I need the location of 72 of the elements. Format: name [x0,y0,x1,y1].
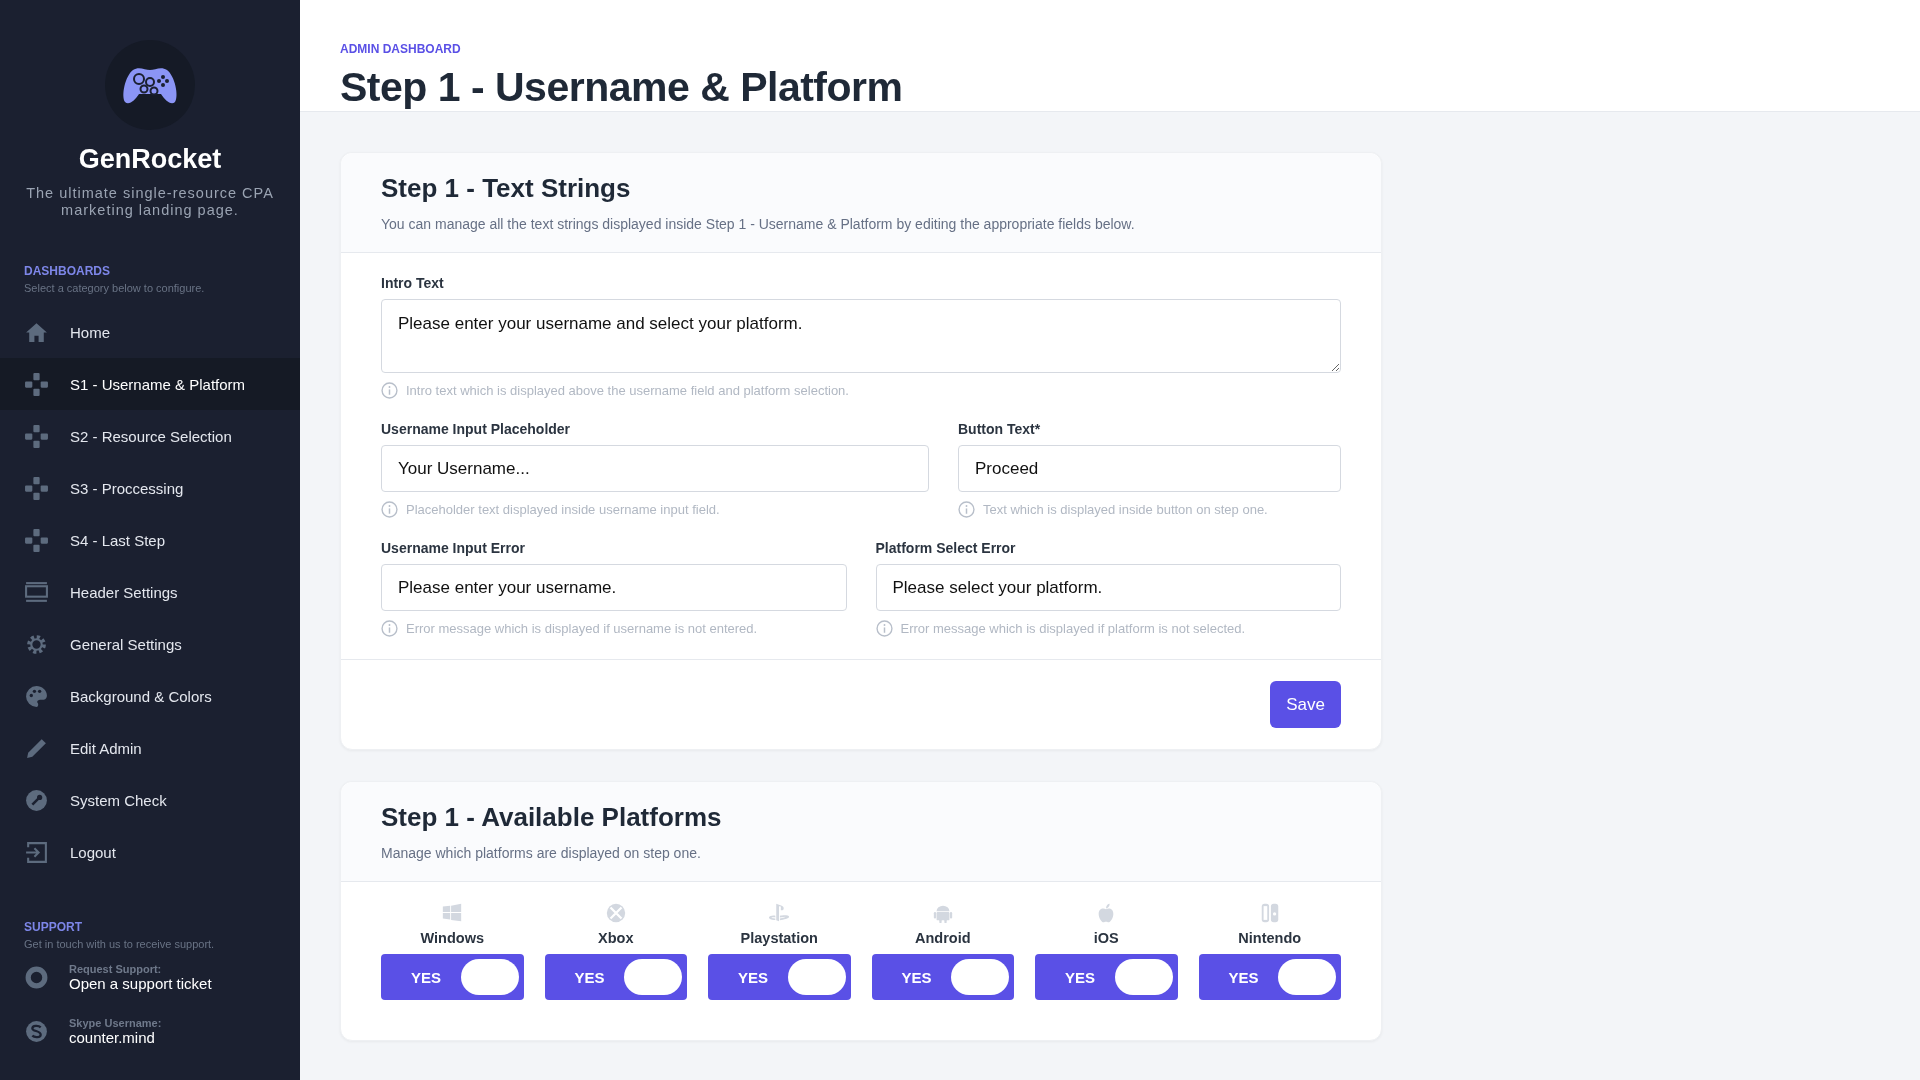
section-subtitle: Select a category below to configure. [24,282,206,294]
brand-tagline: The ultimate single-resource CPA marketing landing page. [25,185,275,219]
sidebar-item[interactable]: S1 - Username & Platform [0,358,300,410]
save-button[interactable]: Save [1270,681,1341,728]
field-label: Button Text* [958,421,1042,437]
xbox-icon [604,902,627,924]
platform-name: Nintendo [1238,930,1302,946]
section-title: DASHBOARDS [24,264,111,278]
sidebar-item[interactable]: System Check [0,774,300,826]
section-subtitle: Get in touch with us to receive support. [24,938,216,950]
card-title: Step 1 - Text Strings [381,173,632,204]
platform-name: Android [914,930,971,946]
info-icon [875,620,893,637]
support-caption: Request Support: [69,962,163,975]
dpad-icon [24,423,49,449]
skype-icon [24,1018,49,1044]
platform-name: Playstation [740,930,818,946]
field-label: Username Input Error [381,540,526,556]
field-label: Intro Text [381,275,445,291]
dpad-icon [24,527,49,553]
info-icon [958,501,975,518]
platform-name: iOS [1093,930,1119,946]
card-subtitle: You can manage all the text strings displayed inside Step 1 - Username & Platform by editing the appropriate fields below. [381,216,1136,232]
support-link[interactable]: counter.mind [69,1028,162,1046]
info-icon [381,501,398,518]
sidebar-item[interactable]: Header Settings [0,566,300,618]
support-caption: Skype Username: [69,1016,162,1029]
page-title: Step 1 - Username & Platform [340,64,904,111]
header-icon [24,579,49,605]
lifebuoy-icon [24,964,49,990]
dpad-icon [24,475,49,501]
text-input[interactable]: Please select your platform. [875,564,1341,611]
page-eyebrow: ADMIN DASHBOARD [340,42,462,56]
sidebar-item[interactable]: S3 - Proccessing [0,462,300,514]
support-link[interactable]: Open a support ticket [69,974,212,992]
toggle-switch[interactable]: YES [708,954,851,1000]
platform-name: Xbox [598,930,634,946]
logout-icon [24,839,49,865]
palette-icon [24,683,49,709]
sidebar-item[interactable]: S4 - Last Step [0,514,300,566]
text-input[interactable]: Proceed [958,445,1341,492]
sidebar-item[interactable]: Background & Colors [0,670,300,722]
text-area[interactable]: Please enter your username and select your platform. [381,299,1341,373]
sidebar-item[interactable]: Home [0,306,300,358]
info-icon [381,620,398,637]
field-hint: Intro text which is displayed above the username field and platform selection. [406,383,849,398]
info-icon [381,382,398,399]
field-hint: Error message which is displayed if platform is not selected. [900,621,1246,636]
sidebar-item[interactable]: General Settings [0,618,300,670]
section-title: SUPPORT [24,920,83,934]
toggle-switch[interactable]: YES [1035,954,1178,1000]
sidebar-item[interactable]: Logout [0,826,300,878]
field-hint: Text which is displayed inside button on step one. [983,502,1268,517]
toggle-switch[interactable]: YES [544,954,687,1000]
field-hint: Error message which is displayed if username is not entered. [406,621,758,636]
card-subtitle: Manage which platforms are displayed on step one. [381,845,702,861]
text-input[interactable]: Please enter your username. [381,564,847,611]
field-label: Platform Select Error [875,540,1017,556]
toggle-switch[interactable]: YES [871,954,1014,1000]
toggle-switch[interactable]: YES [381,954,524,1000]
toggle-switch[interactable]: YES [1198,954,1341,1000]
sidebar-item[interactable]: S2 - Resource Selection [0,410,300,462]
brand-name: GenRocket [77,144,223,175]
playstation-icon [768,902,791,924]
sidebar-item[interactable]: Edit Admin [0,722,300,774]
platform-name: Windows [420,930,484,946]
card-title: Step 1 - Available Platforms [381,802,723,833]
text-input[interactable]: Your Username... [381,445,929,492]
field-label: Username Input Placeholder [381,421,572,437]
field-hint: Placeholder text displayed inside username input field. [406,502,720,517]
windows-icon [441,902,464,924]
dpad-icon [24,371,49,397]
